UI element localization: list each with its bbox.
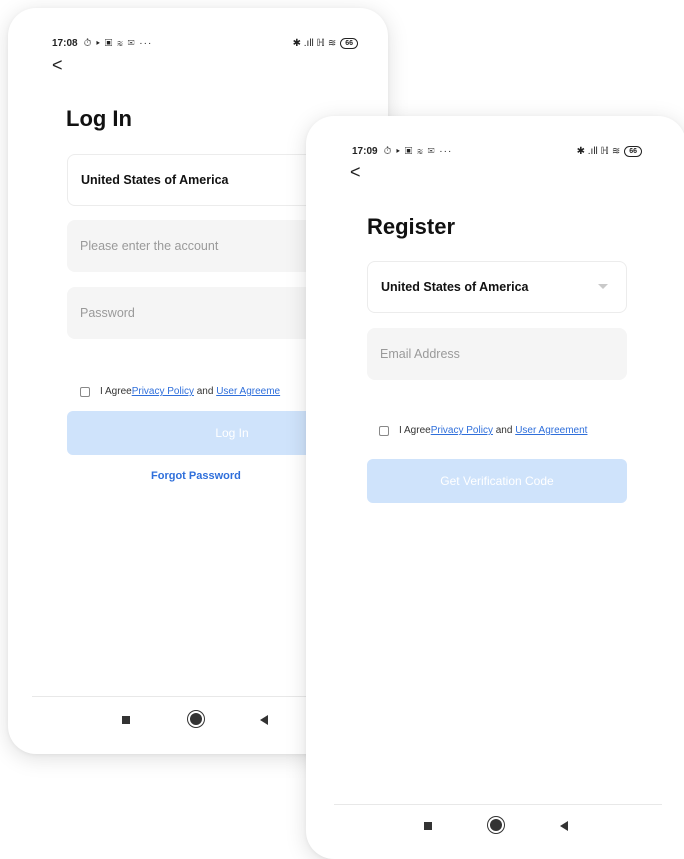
agreement-row: I Agree Privacy Policy and User Agreemen… — [379, 425, 587, 436]
status-time: 17:09 — [352, 145, 378, 157]
password-placeholder: Password — [80, 306, 135, 320]
forgot-password-link[interactable]: Forgot Password — [151, 470, 241, 482]
chevron-down-icon — [598, 284, 608, 289]
nav-divider — [334, 804, 662, 805]
country-value: United States of America — [81, 173, 229, 187]
battery-icon: 66 — [340, 37, 358, 49]
register-screen: 17:09 ⏱ ▸ ▣ ≋ ✉ ··· ✱ .ıll ℍ ≋ 66 < Regi… — [306, 116, 684, 859]
status-right: ✱ .ıll ℍ ≋ 66 — [292, 37, 358, 49]
user-agreement-link[interactable]: User Agreement — [515, 425, 587, 436]
signal-icon: ✱ .ıll ℍ ≋ — [576, 145, 621, 157]
agree-checkbox[interactable] — [80, 386, 90, 397]
recent-apps-button[interactable] — [122, 716, 130, 724]
status-bar: 17:09 ⏱ ▸ ▣ ≋ ✉ ··· ✱ .ıll ℍ ≋ 66 — [352, 144, 642, 158]
page-title: Register — [367, 214, 456, 239]
notification-icons: ⏱ ▸ ▣ ≋ ✉ ··· — [383, 145, 453, 157]
signal-icon: ✱ .ıll ℍ ≋ — [292, 37, 337, 49]
and-text: and — [492, 425, 516, 436]
country-value: United States of America — [381, 280, 529, 294]
status-bar: 17:08 ⏱ ▸ ▣ ≋ ✉ ··· ✱ .ıll ℍ ≋ 66 — [52, 36, 358, 50]
agree-checkbox[interactable] — [379, 425, 389, 436]
account-placeholder: Please enter the account — [80, 239, 219, 253]
back-arrow-icon[interactable]: < — [350, 163, 361, 181]
back-button[interactable] — [260, 715, 268, 725]
home-circle-icon — [190, 713, 202, 725]
back-arrow-icon[interactable]: < — [52, 56, 63, 74]
agree-label: I Agree — [100, 386, 132, 397]
agree-label: I Agree — [399, 425, 431, 436]
page-title: Log In — [66, 106, 132, 131]
email-placeholder: Email Address — [380, 347, 460, 361]
back-triangle-icon — [260, 715, 268, 725]
home-button[interactable] — [190, 713, 202, 725]
back-button[interactable] — [560, 821, 568, 831]
and-text: and — [193, 386, 217, 397]
agreement-row: I Agree Privacy Policy and User Agreeme — [80, 386, 280, 397]
square-icon — [424, 822, 432, 830]
privacy-policy-link[interactable]: Privacy Policy — [132, 386, 194, 397]
home-button[interactable] — [490, 819, 502, 831]
square-icon — [122, 716, 130, 724]
status-time: 17:08 — [52, 37, 78, 49]
recent-apps-button[interactable] — [424, 822, 432, 830]
home-circle-icon — [490, 819, 502, 831]
get-verification-code-button[interactable]: Get Verification Code — [367, 459, 627, 503]
user-agreement-link[interactable]: User Agreeme — [216, 386, 280, 397]
privacy-policy-link[interactable]: Privacy Policy — [431, 425, 493, 436]
notification-icons: ⏱ ▸ ▣ ≋ ✉ ··· — [83, 37, 153, 49]
country-select[interactable]: United States of America — [367, 261, 627, 313]
email-input[interactable]: Email Address — [367, 328, 627, 380]
battery-icon: 66 — [624, 145, 642, 157]
status-right: ✱ .ıll ℍ ≋ 66 — [576, 145, 642, 157]
back-triangle-icon — [560, 821, 568, 831]
